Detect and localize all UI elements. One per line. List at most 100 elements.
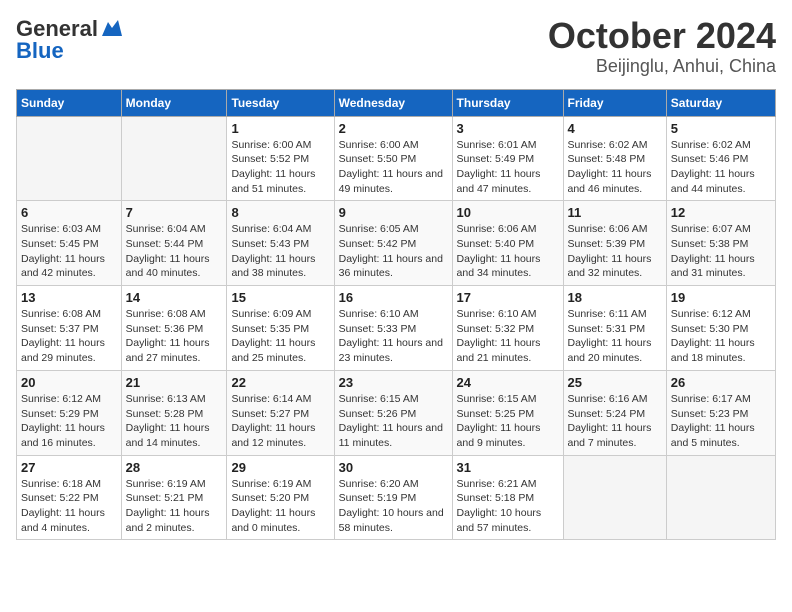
calendar-cell: 10Sunrise: 6:06 AM Sunset: 5:40 PM Dayli… [452, 201, 563, 286]
cell-info: Sunrise: 6:18 AM Sunset: 5:22 PM Dayligh… [21, 477, 117, 536]
cell-info: Sunrise: 6:08 AM Sunset: 5:37 PM Dayligh… [21, 307, 117, 366]
cell-day-number: 4 [568, 121, 662, 136]
cell-day-number: 15 [231, 290, 329, 305]
cell-day-number: 25 [568, 375, 662, 390]
calendar-cell: 4 Sunrise: 6:02 AM Sunset: 5:48 PM Daylig… [563, 116, 666, 201]
calendar-cell: 13 Sunrise: 6:08 AM Sunset: 5:37 PM Dayli… [17, 286, 122, 371]
calendar-cell: 31 Sunrise: 6:21 AM Sunset: 5:18 PM Dayli… [452, 455, 563, 540]
cell-info: Sunrise: 6:19 AM Sunset: 5:21 PM Dayligh… [126, 477, 223, 536]
day-header-tuesday: Tuesday [227, 89, 334, 116]
calendar-cell: 12Sunrise: 6:07 AM Sunset: 5:38 PM Dayli… [666, 201, 775, 286]
cell-info: Sunrise: 6:19 AM Sunset: 5:20 PM Dayligh… [231, 477, 329, 536]
calendar-cell: 27 Sunrise: 6:18 AM Sunset: 5:22 PM Dayli… [17, 455, 122, 540]
cell-day-number: 18 [568, 290, 662, 305]
page-header: General Blue October 2024 Beijinglu, Anh… [16, 16, 776, 77]
calendar-cell: 16 Sunrise: 6:10 AM Sunset: 5:33 PM Dayli… [334, 286, 452, 371]
calendar-cell: 23 Sunrise: 6:15 AM Sunset: 5:26 PM Dayli… [334, 370, 452, 455]
cell-day-number: 27 [21, 460, 117, 475]
cell-day-number: 13 [21, 290, 117, 305]
cell-info: Sunrise: 6:13 AM Sunset: 5:28 PM Dayligh… [126, 392, 223, 451]
day-header-thursday: Thursday [452, 89, 563, 116]
cell-info: Sunrise: 6:10 AM Sunset: 5:32 PM Dayligh… [457, 307, 559, 366]
title-block: October 2024 Beijinglu, Anhui, China [548, 16, 776, 77]
calendar-cell: 20 Sunrise: 6:12 AM Sunset: 5:29 PM Dayli… [17, 370, 122, 455]
cell-day-number: 23 [339, 375, 448, 390]
cell-day-number: 16 [339, 290, 448, 305]
cell-day-number: 7 [126, 205, 223, 220]
cell-info: Sunrise: 6:11 AM Sunset: 5:31 PM Dayligh… [568, 307, 662, 366]
cell-day-number: 21 [126, 375, 223, 390]
cell-info: Sunrise: 6:06 AM Sunset: 5:40 PM Dayligh… [457, 222, 559, 281]
calendar-cell: 21 Sunrise: 6:13 AM Sunset: 5:28 PM Dayli… [121, 370, 227, 455]
cell-day-number: 3 [457, 121, 559, 136]
calendar-cell: 26 Sunrise: 6:17 AM Sunset: 5:23 PM Dayli… [666, 370, 775, 455]
cell-info: Sunrise: 6:12 AM Sunset: 5:29 PM Dayligh… [21, 392, 117, 451]
cell-day-number: 12 [671, 205, 771, 220]
calendar-cell: 30Sunrise: 6:20 AM Sunset: 5:19 PM Dayli… [334, 455, 452, 540]
cell-day-number: 22 [231, 375, 329, 390]
calendar-cell: 11 Sunrise: 6:06 AM Sunset: 5:39 PM Dayli… [563, 201, 666, 286]
calendar-cell: 8Sunrise: 6:04 AM Sunset: 5:43 PM Daylig… [227, 201, 334, 286]
calendar-cell: 7 Sunrise: 6:04 AM Sunset: 5:44 PM Daylig… [121, 201, 227, 286]
calendar-cell [563, 455, 666, 540]
day-header-saturday: Saturday [666, 89, 775, 116]
day-header-monday: Monday [121, 89, 227, 116]
logo-blue: Blue [16, 38, 64, 64]
cell-info: Sunrise: 6:00 AM Sunset: 5:52 PM Dayligh… [231, 138, 329, 197]
cell-day-number: 6 [21, 205, 117, 220]
day-header-sunday: Sunday [17, 89, 122, 116]
cell-info: Sunrise: 6:14 AM Sunset: 5:27 PM Dayligh… [231, 392, 329, 451]
day-header-friday: Friday [563, 89, 666, 116]
cell-info: Sunrise: 6:04 AM Sunset: 5:43 PM Dayligh… [231, 222, 329, 281]
cell-day-number: 29 [231, 460, 329, 475]
logo-icon [100, 18, 122, 36]
cell-info: Sunrise: 6:10 AM Sunset: 5:33 PM Dayligh… [339, 307, 448, 366]
cell-info: Sunrise: 6:05 AM Sunset: 5:42 PM Dayligh… [339, 222, 448, 281]
calendar-cell: 29 Sunrise: 6:19 AM Sunset: 5:20 PM Dayli… [227, 455, 334, 540]
calendar-cell: 2Sunrise: 6:00 AM Sunset: 5:50 PM Daylig… [334, 116, 452, 201]
cell-day-number: 9 [339, 205, 448, 220]
cell-day-number: 14 [126, 290, 223, 305]
cell-info: Sunrise: 6:20 AM Sunset: 5:19 PM Dayligh… [339, 477, 448, 536]
cell-day-number: 31 [457, 460, 559, 475]
calendar-cell: 28 Sunrise: 6:19 AM Sunset: 5:21 PM Dayli… [121, 455, 227, 540]
calendar-cell: 15 Sunrise: 6:09 AM Sunset: 5:35 PM Dayli… [227, 286, 334, 371]
cell-day-number: 20 [21, 375, 117, 390]
cell-info: Sunrise: 6:01 AM Sunset: 5:49 PM Dayligh… [457, 138, 559, 197]
day-header-wednesday: Wednesday [334, 89, 452, 116]
calendar-cell [121, 116, 227, 201]
cell-day-number: 26 [671, 375, 771, 390]
calendar-cell: 3 Sunrise: 6:01 AM Sunset: 5:49 PM Daylig… [452, 116, 563, 201]
cell-info: Sunrise: 6:03 AM Sunset: 5:45 PM Dayligh… [21, 222, 117, 281]
calendar-table: SundayMondayTuesdayWednesdayThursdayFrid… [16, 89, 776, 541]
cell-day-number: 17 [457, 290, 559, 305]
calendar-cell: 22 Sunrise: 6:14 AM Sunset: 5:27 PM Dayli… [227, 370, 334, 455]
calendar-cell: 19 Sunrise: 6:12 AM Sunset: 5:30 PM Dayli… [666, 286, 775, 371]
calendar-cell: 24Sunrise: 6:15 AM Sunset: 5:25 PM Dayli… [452, 370, 563, 455]
cell-info: Sunrise: 6:17 AM Sunset: 5:23 PM Dayligh… [671, 392, 771, 451]
cell-info: Sunrise: 6:15 AM Sunset: 5:26 PM Dayligh… [339, 392, 448, 451]
cell-info: Sunrise: 6:02 AM Sunset: 5:46 PM Dayligh… [671, 138, 771, 197]
calendar-cell: 18 Sunrise: 6:11 AM Sunset: 5:31 PM Dayli… [563, 286, 666, 371]
cell-info: Sunrise: 6:21 AM Sunset: 5:18 PM Dayligh… [457, 477, 559, 536]
cell-info: Sunrise: 6:09 AM Sunset: 5:35 PM Dayligh… [231, 307, 329, 366]
calendar-cell [17, 116, 122, 201]
calendar-cell: 9 Sunrise: 6:05 AM Sunset: 5:42 PM Daylig… [334, 201, 452, 286]
calendar-cell: 25Sunrise: 6:16 AM Sunset: 5:24 PM Dayli… [563, 370, 666, 455]
cell-info: Sunrise: 6:06 AM Sunset: 5:39 PM Dayligh… [568, 222, 662, 281]
calendar-cell: 1 Sunrise: 6:00 AM Sunset: 5:52 PM Daylig… [227, 116, 334, 201]
logo: General Blue [16, 16, 122, 64]
cell-day-number: 11 [568, 205, 662, 220]
cell-info: Sunrise: 6:00 AM Sunset: 5:50 PM Dayligh… [339, 138, 448, 197]
cell-day-number: 1 [231, 121, 329, 136]
calendar-cell: 17 Sunrise: 6:10 AM Sunset: 5:32 PM Dayli… [452, 286, 563, 371]
calendar-title: October 2024 [548, 16, 776, 56]
calendar-subtitle: Beijinglu, Anhui, China [548, 56, 776, 77]
cell-info: Sunrise: 6:08 AM Sunset: 5:36 PM Dayligh… [126, 307, 223, 366]
cell-info: Sunrise: 6:04 AM Sunset: 5:44 PM Dayligh… [126, 222, 223, 281]
cell-day-number: 19 [671, 290, 771, 305]
cell-info: Sunrise: 6:02 AM Sunset: 5:48 PM Dayligh… [568, 138, 662, 197]
cell-info: Sunrise: 6:15 AM Sunset: 5:25 PM Dayligh… [457, 392, 559, 451]
cell-info: Sunrise: 6:12 AM Sunset: 5:30 PM Dayligh… [671, 307, 771, 366]
cell-day-number: 28 [126, 460, 223, 475]
